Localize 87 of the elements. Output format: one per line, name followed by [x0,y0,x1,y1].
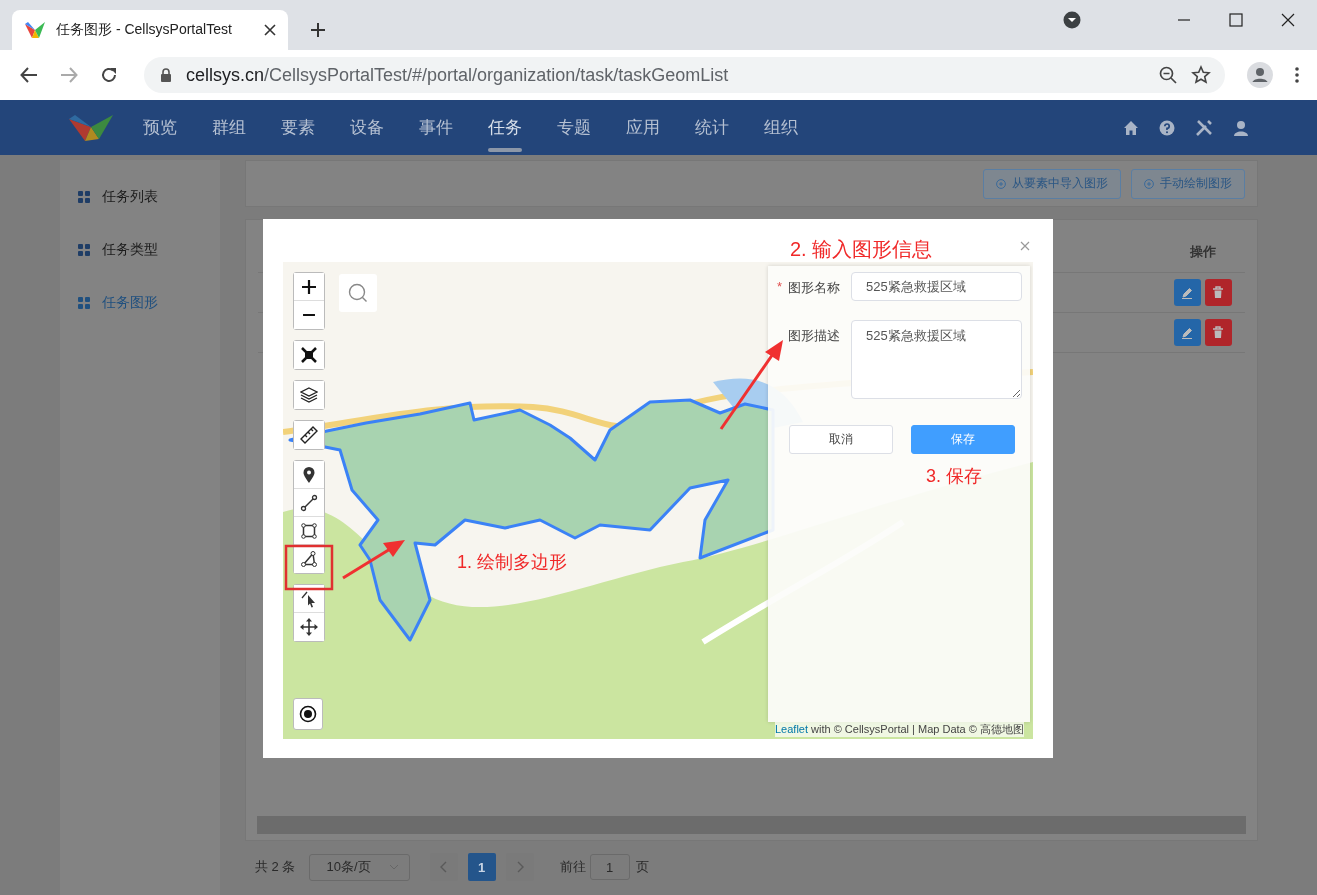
user-icon[interactable] [1233,119,1249,136]
cancel-button[interactable]: 取消 [789,425,893,454]
nav-tab[interactable]: 应用 [626,100,660,155]
help-icon[interactable] [1159,119,1175,136]
nav-tab[interactable]: 组织 [764,100,798,155]
locate-icon [299,705,317,723]
home-icon[interactable] [1123,119,1139,136]
close-icon[interactable] [1281,13,1295,27]
annotation-text: 2. 输入图形信息 [790,237,933,262]
reload-icon[interactable] [100,66,118,84]
zoom-in-icon [300,277,318,296]
annotation-text: 3. 保存 [926,465,982,488]
logo-icon [24,20,46,40]
field-label: 图形名称 [788,279,840,297]
nav-tab[interactable]: 事件 [419,100,453,155]
fullscreen-icon [300,346,318,364]
attribution-text: Leaflet with © CellsysPortal | Map Data © 高德地图 [775,722,1024,737]
grid-icon [78,243,90,256]
zoom-out-icon [303,313,315,317]
locate-button[interactable] [293,698,323,730]
star-icon[interactable] [1191,65,1211,85]
dropdown-icon[interactable] [1063,11,1081,29]
nav-tab[interactable]: 群组 [212,100,246,155]
rectangle-icon [300,521,318,540]
browser-tab[interactable]: 任务图形 - CellsysPortalTest [12,10,288,50]
goto-label: 前往 [559,858,586,876]
sidebar-item[interactable]: 任务类型 [60,223,220,276]
edit-button[interactable] [1173,319,1201,346]
required-mark: * [777,279,784,296]
zoom-out-icon[interactable] [1159,66,1177,84]
nav-tab[interactable]: 要素 [281,100,315,155]
maximize-icon[interactable] [1229,13,1243,27]
search-button[interactable] [339,274,377,312]
page-button[interactable]: 1 [467,853,496,881]
leaflet-link[interactable]: Leaflet [775,723,809,735]
back-icon[interactable] [20,66,38,84]
profile-icon[interactable] [1247,62,1273,88]
page-suffix: 页 [635,858,649,876]
nav-tab[interactable]: 设备 [350,100,384,155]
page-size-select[interactable]: 10条/页 [309,853,410,881]
move-icon [300,618,318,636]
menu-icon[interactable] [1295,66,1299,84]
plus-icon[interactable] [310,22,326,38]
tab-title: 任务图形 - CellsysPortalTest [56,21,233,39]
nav-tab[interactable]: 专题 [557,100,591,155]
field-label: 图形描述 [788,327,840,345]
nav-tab[interactable]: 任务 [488,100,522,155]
annotation-text: 1. 绘制多边形 [457,551,567,574]
fullscreen-button[interactable] [294,341,324,369]
ruler-icon [300,426,318,444]
trash-icon [1212,286,1224,299]
layers-button[interactable] [294,381,324,409]
page-input[interactable]: 1 [589,854,630,880]
edit-shape-icon [300,589,318,608]
search-icon [348,283,368,303]
pencil-icon [1181,326,1193,339]
lock-icon [160,68,172,82]
address-field[interactable]: cellsys.cn/CellsysPortalTest/#/portal/organization/task/taskGeomList [144,57,1225,93]
pencil-icon [1181,286,1193,299]
close-icon[interactable] [264,24,276,36]
grid-icon [78,296,90,309]
line-icon [300,493,318,512]
edit-button[interactable] [1173,279,1201,306]
layers-icon [300,386,318,404]
grid-icon [78,190,90,203]
marker-button[interactable] [294,461,324,489]
delete-button[interactable] [1204,279,1232,306]
zoom-in-button[interactable] [294,273,324,301]
nav-tab[interactable]: 预览 [143,100,177,155]
tools-icon[interactable] [1195,118,1213,137]
polygon-icon [300,550,318,568]
column-header: 操作 [1188,243,1217,261]
plus-circle-icon [996,178,1006,189]
highlight-frame [284,544,334,591]
plus-circle-icon [1144,178,1154,189]
total-count: 共 2 条 [255,858,296,876]
url-text: cellsys.cn/CellsysPortalTest/#/portal/organization/task/taskGeomList [186,64,729,86]
save-button[interactable]: 保存 [911,425,1015,454]
description-field[interactable]: 525紧急救援区域 [851,320,1022,399]
annotation-arrow [342,540,405,580]
delete-button[interactable] [1204,319,1232,346]
sidebar-item[interactable]: 任务列表 [60,170,220,223]
edit-shape-button[interactable] [294,585,324,613]
trash-icon [1212,326,1224,339]
name-field[interactable]: 525紧急救援区域 [851,272,1022,301]
nav-tab[interactable]: 统计 [695,100,729,155]
ruler-button[interactable] [294,421,324,449]
